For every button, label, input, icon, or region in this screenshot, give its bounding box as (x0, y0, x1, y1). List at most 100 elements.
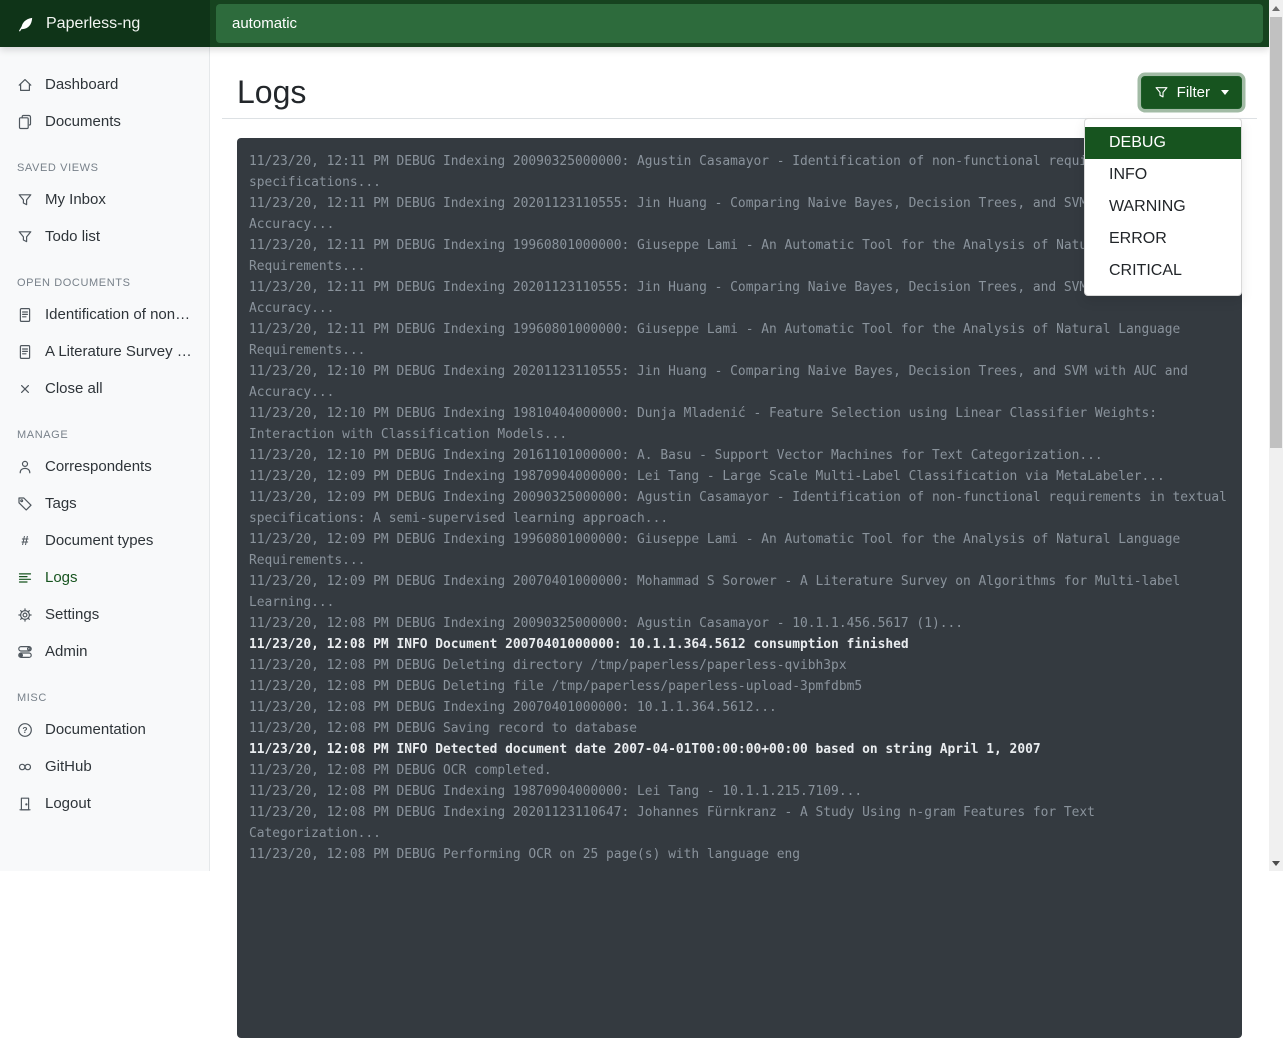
sidebar-item-label: Settings (45, 606, 99, 623)
page-scrollbar[interactable] (1269, 0, 1283, 871)
log-entry: 11/23/20, 12:08 PM DEBUG Indexing 202011… (249, 802, 1230, 844)
log-entry: 11/23/20, 12:08 PM DEBUG Indexing 200704… (249, 697, 1230, 718)
funnel-icon (1154, 85, 1169, 100)
log-entry: 11/23/20, 12:09 PM DEBUG Indexing 200903… (249, 487, 1230, 529)
log-entry: 11/23/20, 12:11 PM DEBUG Indexing 199608… (249, 319, 1230, 361)
log-entry: 11/23/20, 12:08 PM INFO Document 2007040… (249, 634, 1230, 655)
sidebar-item-tags[interactable]: Tags (0, 485, 209, 522)
person-icon (17, 459, 33, 475)
sidebar-item-label: Documentation (45, 721, 146, 738)
log-entry: 11/23/20, 12:11 PM DEBUG Indexing 199608… (249, 235, 1230, 277)
filter-option-info[interactable]: INFO (1085, 159, 1241, 191)
sidebar-item-label: Tags (45, 495, 77, 512)
svg-text:?: ? (22, 725, 27, 735)
funnel-icon (17, 229, 33, 245)
sidebar-item-my-inbox[interactable]: My Inbox (0, 181, 209, 218)
sidebar-nav: Dashboard Documents SAVED VIEWS My Inbox Tod… (0, 66, 209, 822)
sidebar-item-label: My Inbox (45, 191, 106, 208)
sidebar-item-documentation[interactable]: ? Documentation (0, 711, 209, 748)
scrollbar-up-arrow[interactable] (1269, 0, 1283, 16)
sidebar-item-github[interactable]: GitHub (0, 748, 209, 785)
chevron-down-icon (1221, 90, 1229, 95)
tag-icon (17, 496, 33, 512)
sidebar-item-logs[interactable]: Logs (0, 559, 209, 596)
sidebar-item-label: Documents (45, 113, 121, 130)
filter-option-warning[interactable]: WARNING (1085, 191, 1241, 223)
sidebar-item-a-literature-survey-on[interactable]: A Literature Survey on ... (0, 333, 209, 370)
sidebar-item-logout[interactable]: Logout (0, 785, 209, 822)
page-title: Logs (237, 74, 306, 111)
sidebar-section-header: MISC (0, 670, 209, 711)
sidebar-item-label: Correspondents (45, 458, 152, 475)
log-entry: 11/23/20, 12:08 PM DEBUG Deleting direct… (249, 655, 1230, 676)
sidebar-item-close-all[interactable]: Close all (0, 370, 209, 407)
sidebar-section-header: OPEN DOCUMENTS (0, 255, 209, 296)
log-entry: 11/23/20, 12:08 PM DEBUG Saving record t… (249, 718, 1230, 739)
log-entry: 11/23/20, 12:08 PM DEBUG Indexing 200903… (249, 613, 1230, 634)
list-icon (17, 570, 33, 586)
door-icon (17, 796, 33, 812)
question-circle-icon: ? (17, 722, 33, 738)
file-text-icon (17, 307, 33, 323)
sidebar-item-label: Logout (45, 795, 91, 812)
log-entry: 11/23/20, 12:11 PM DEBUG Indexing 200903… (249, 151, 1230, 193)
funnel-icon (17, 192, 33, 208)
sidebar-item-label: A Literature Survey on ... (45, 343, 192, 360)
sidebar-item-settings[interactable]: Settings (0, 596, 209, 633)
app-brand[interactable]: Paperless-ng (0, 0, 210, 47)
sidebar-item-label: Identification of non-fu... (45, 306, 192, 323)
filter-option-debug[interactable]: DEBUG (1085, 127, 1241, 159)
log-entry: 11/23/20, 12:08 PM INFO Detected documen… (249, 739, 1230, 760)
documents-icon (17, 114, 33, 130)
search-input[interactable] (216, 4, 1263, 43)
log-entry: 11/23/20, 12:08 PM DEBUG OCR completed. (249, 760, 1230, 781)
sidebar-item-label: Todo list (45, 228, 100, 245)
filter-option-critical[interactable]: CRITICAL (1085, 255, 1241, 287)
sidebar: Dashboard Documents SAVED VIEWS My Inbox Tod… (0, 47, 210, 871)
log-entry: 11/23/20, 12:08 PM DEBUG Deleting file /… (249, 676, 1230, 697)
sidebar-section-header: SAVED VIEWS (0, 140, 209, 181)
sidebar-section-header: MANAGE (0, 407, 209, 448)
sidebar-item-admin[interactable]: Admin (0, 633, 209, 670)
sidebar-item-todo-list[interactable]: Todo list (0, 218, 209, 255)
log-entry: 11/23/20, 12:11 PM DEBUG Indexing 202011… (249, 193, 1230, 235)
sidebar-item-document-types[interactable]: # Document types (0, 522, 209, 559)
sidebar-item-label: Dashboard (45, 76, 118, 93)
gear-icon (17, 607, 33, 623)
filter-option-error[interactable]: ERROR (1085, 223, 1241, 255)
filter-dropdown-menu: DEBUGINFOWARNINGERRORCRITICAL (1084, 118, 1242, 296)
log-entry: 11/23/20, 12:08 PM DEBUG Indexing 198709… (249, 781, 1230, 802)
app-title: Paperless-ng (46, 15, 140, 33)
sidebar-item-documents[interactable]: Documents (0, 103, 209, 140)
sidebar-item-label: Logs (45, 569, 78, 586)
log-entry: 11/23/20, 12:10 PM DEBUG Indexing 201611… (249, 445, 1230, 466)
filter-dropdown-wrap: Filter DEBUGINFOWARNINGERRORCRITICAL (1141, 76, 1242, 109)
sidebar-item-identification-of-non-fu[interactable]: Identification of non-fu... (0, 296, 209, 333)
log-entry: 11/23/20, 12:09 PM DEBUG Indexing 200704… (249, 571, 1230, 613)
filter-button-label: Filter (1177, 84, 1210, 101)
link-icon (17, 759, 33, 775)
home-icon (17, 77, 33, 93)
x-icon (17, 381, 33, 397)
file-text-icon (17, 344, 33, 360)
scrollbar-down-arrow[interactable] (1269, 855, 1283, 871)
sidebar-item-correspondents[interactable]: Correspondents (0, 448, 209, 485)
sidebar-item-label: Document types (45, 532, 153, 549)
scrollbar-thumb[interactable] (1270, 17, 1282, 448)
sidebar-item-label: Close all (45, 380, 103, 397)
hash-icon: # (17, 533, 33, 549)
sidebar-item-dashboard[interactable]: Dashboard (0, 66, 209, 103)
log-entry: 11/23/20, 12:09 PM DEBUG Indexing 199608… (249, 529, 1230, 571)
log-entry: 11/23/20, 12:11 PM DEBUG Indexing 202011… (249, 277, 1230, 319)
page-header: Logs Filter DEBUGINFOWARNINGERRORCRITICA… (237, 72, 1242, 112)
log-entry: 11/23/20, 12:10 PM DEBUG Indexing 198104… (249, 403, 1230, 445)
main-content: Logs Filter DEBUGINFOWARNINGERRORCRITICA… (210, 47, 1269, 871)
filter-button[interactable]: Filter (1141, 76, 1242, 109)
sidebar-item-label: Admin (45, 643, 88, 660)
sidebar-item-label: GitHub (45, 758, 92, 775)
log-entry: 11/23/20, 12:08 PM DEBUG Performing OCR … (249, 844, 1230, 865)
search-bar (210, 0, 1269, 47)
log-entry: 11/23/20, 12:09 PM DEBUG Indexing 198709… (249, 466, 1230, 487)
leaf-icon (17, 15, 35, 33)
log-entry: 11/23/20, 12:10 PM DEBUG Indexing 202011… (249, 361, 1230, 403)
